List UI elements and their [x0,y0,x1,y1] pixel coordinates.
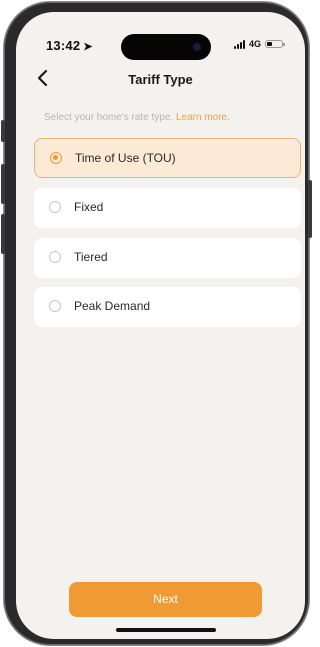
signal-strength-icon [234,39,245,49]
learn-more-link[interactable]: Learn more. [176,112,230,123]
battery-cap [283,43,286,46]
page-title: Tariff Type [128,72,193,87]
volume-down-button [1,214,5,254]
location-arrow-icon: ➤ [83,41,93,53]
option-label: Time of Use (TOU) [75,151,176,165]
option-tiered[interactable]: Tiered [34,238,301,278]
hint-text: Select your home's rate type. [44,112,174,123]
option-fixed[interactable]: Fixed [34,188,301,228]
status-indicators: 4G [234,39,286,49]
option-label: Peak Demand [74,299,151,313]
option-time-of-use[interactable]: Time of Use (TOU) [34,138,301,178]
status-time: 13:42 ➤ [46,38,93,53]
front-camera [193,43,201,51]
battery-icon [265,40,286,48]
option-label: Fixed [74,200,104,214]
power-button [308,180,312,238]
status-bar: 13:42 ➤ 4G [16,12,305,60]
home-indicator[interactable] [116,628,216,632]
next-button[interactable]: Next [69,582,262,617]
dynamic-island [121,34,211,60]
radio-selected-icon [50,152,62,164]
action-button [1,120,5,142]
app-screen: 13:42 ➤ 4G Tariff Type Select your home'… [16,12,305,639]
status-time-text: 13:42 [46,38,81,53]
radio-unselected-icon [49,300,61,312]
battery-level [267,42,273,46]
network-type: 4G [249,39,262,49]
volume-up-button [1,164,5,204]
nav-bar: Tariff Type [16,68,305,92]
rate-type-hint: Select your home's rate type. Learn more… [44,112,230,123]
radio-dot [53,155,58,160]
option-peak-demand[interactable]: Peak Demand [34,287,301,327]
radio-unselected-icon [49,251,61,263]
option-label: Tiered [74,250,108,264]
radio-unselected-icon [49,201,61,213]
phone-frame: 13:42 ➤ 4G Tariff Type Select your home'… [1,2,312,645]
